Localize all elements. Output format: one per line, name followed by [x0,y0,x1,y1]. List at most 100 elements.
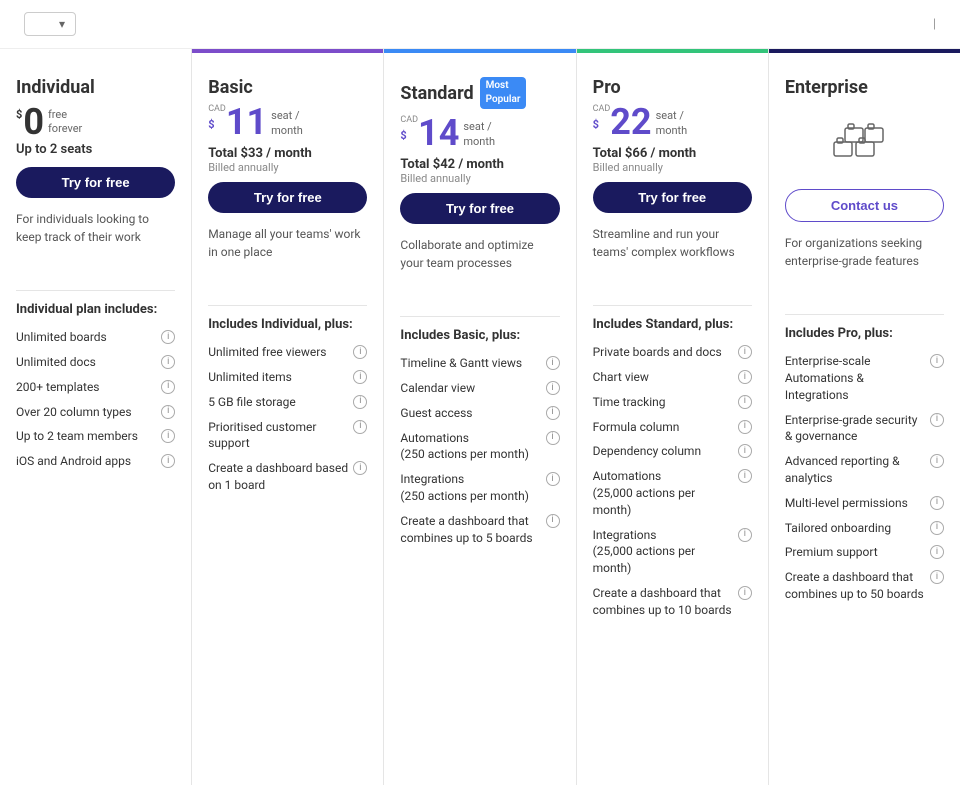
info-icon[interactable]: i [161,330,175,344]
feature-item: Unlimited items i [208,369,367,386]
plan-name: Pro [593,77,752,98]
feature-item: Calendar view i [400,380,559,397]
info-icon[interactable]: i [738,469,752,483]
info-icon[interactable]: i [930,454,944,468]
enterprise-icon [785,114,944,173]
team-size-dropdown[interactable]: ▾ [24,12,76,36]
plan-top-bar [384,49,575,53]
top-bar: ▾ | [0,0,960,49]
info-icon[interactable]: i [930,570,944,584]
plan-description: Manage all your teams' work in one place [208,225,367,285]
feature-item: Multi-level permissions i [785,495,944,512]
plan-description: For organizations seeking enterprise-gra… [785,234,944,294]
feature-text: Formula column [593,419,738,436]
try-button[interactable]: Try for free [593,182,752,213]
info-icon[interactable]: i [738,395,752,409]
feature-item: Unlimited docs i [16,354,175,371]
info-icon[interactable]: i [161,429,175,443]
info-icon[interactable]: i [738,370,752,384]
plan-name-text: Pro [593,77,621,98]
feature-text: Create a dashboard that combines up to 5… [785,569,930,603]
info-icon[interactable]: i [353,345,367,359]
info-icon[interactable]: i [738,528,752,542]
divider [593,305,752,306]
price-amount: 22 [610,104,651,140]
info-icon[interactable]: i [546,381,560,395]
divider [208,305,367,306]
info-icon[interactable]: i [353,420,367,434]
info-icon[interactable]: i [546,356,560,370]
feature-item: Create a dashboard that combines up to 1… [593,585,752,619]
price-unit: seat /month [271,108,303,139]
info-icon[interactable]: i [161,405,175,419]
feature-item: Up to 2 team members i [16,428,175,445]
info-icon[interactable]: i [546,406,560,420]
includes-title: Includes Basic, plus: [400,327,559,345]
price-row: CAD $ 14 seat /month [400,115,559,151]
total-price: Total $33 / month [208,146,367,161]
info-icon[interactable]: i [546,472,560,486]
seats-label: Up to 2 seats [16,142,175,157]
total-price: Total $42 / month [400,157,559,172]
divider [400,316,559,317]
feature-item: Premium support i [785,544,944,561]
feature-text: Calendar view [400,380,545,397]
currency-symbol: $ [400,129,406,142]
info-icon[interactable]: i [930,521,944,535]
info-icon[interactable]: i [738,420,752,434]
feature-item: Over 20 column types i [16,404,175,421]
free-label: freeforever [48,108,82,137]
currency-symbol: $ [16,108,22,121]
feature-text: Timeline & Gantt views [400,355,545,372]
try-button[interactable]: Try for free [16,167,175,198]
plan-name: Individual [16,77,175,98]
info-icon[interactable]: i [930,545,944,559]
most-popular-badge: MostPopular [480,77,527,109]
billed-annually: Billed annually [400,172,559,185]
plans-container: Individual $ 0 freeforever Up to 2 seats… [0,49,960,785]
info-icon[interactable]: i [738,345,752,359]
feature-item: Integrations(250 actions per month) i [400,471,559,505]
feature-item: Chart view i [593,369,752,386]
feature-item: iOS and Android apps i [16,453,175,470]
price-unit: seat /month [656,108,688,139]
feature-item: Advanced reporting & analytics i [785,453,944,487]
feature-item: Automations(250 actions per month) i [400,430,559,464]
price-row: CAD $ 11 seat /month [208,104,367,140]
feature-text: Unlimited free viewers [208,344,353,361]
info-icon[interactable]: i [546,431,560,445]
feature-text: 200+ templates [16,379,161,396]
info-icon[interactable]: i [930,496,944,510]
info-icon[interactable]: i [930,413,944,427]
info-icon[interactable]: i [353,370,367,384]
price-amount: 0 [23,104,44,140]
info-icon[interactable]: i [738,444,752,458]
feature-item: Enterprise-grade security & governance i [785,412,944,446]
feature-text: Chart view [593,369,738,386]
info-icon[interactable]: i [353,461,367,475]
billing-toggle: | [925,17,944,32]
feature-item: Private boards and docs i [593,344,752,361]
feature-item: Create a dashboard that combines up to 5… [400,513,559,547]
info-icon[interactable]: i [161,380,175,394]
try-button[interactable]: Try for free [208,182,367,213]
feature-item: Create a dashboard that combines up to 5… [785,569,944,603]
feature-text: Tailored onboarding [785,520,930,537]
feature-item: Integrations(25,000 actions per month) i [593,527,752,577]
team-size-section: ▾ [16,12,76,36]
feature-text: Up to 2 team members [16,428,161,445]
try-button[interactable]: Try for free [400,193,559,224]
contact-button[interactable]: Contact us [785,189,944,222]
billed-annually: Billed annually [208,161,367,174]
feature-text: Enterprise-grade security & governance [785,412,930,446]
feature-item: Time tracking i [593,394,752,411]
info-icon[interactable]: i [353,395,367,409]
chevron-down-icon: ▾ [59,17,65,31]
feature-text: Over 20 column types [16,404,161,421]
info-icon[interactable]: i [738,586,752,600]
feature-item: Prioritised customer support i [208,419,367,453]
info-icon[interactable]: i [930,354,944,368]
info-icon[interactable]: i [546,514,560,528]
info-icon[interactable]: i [161,454,175,468]
info-icon[interactable]: i [161,355,175,369]
